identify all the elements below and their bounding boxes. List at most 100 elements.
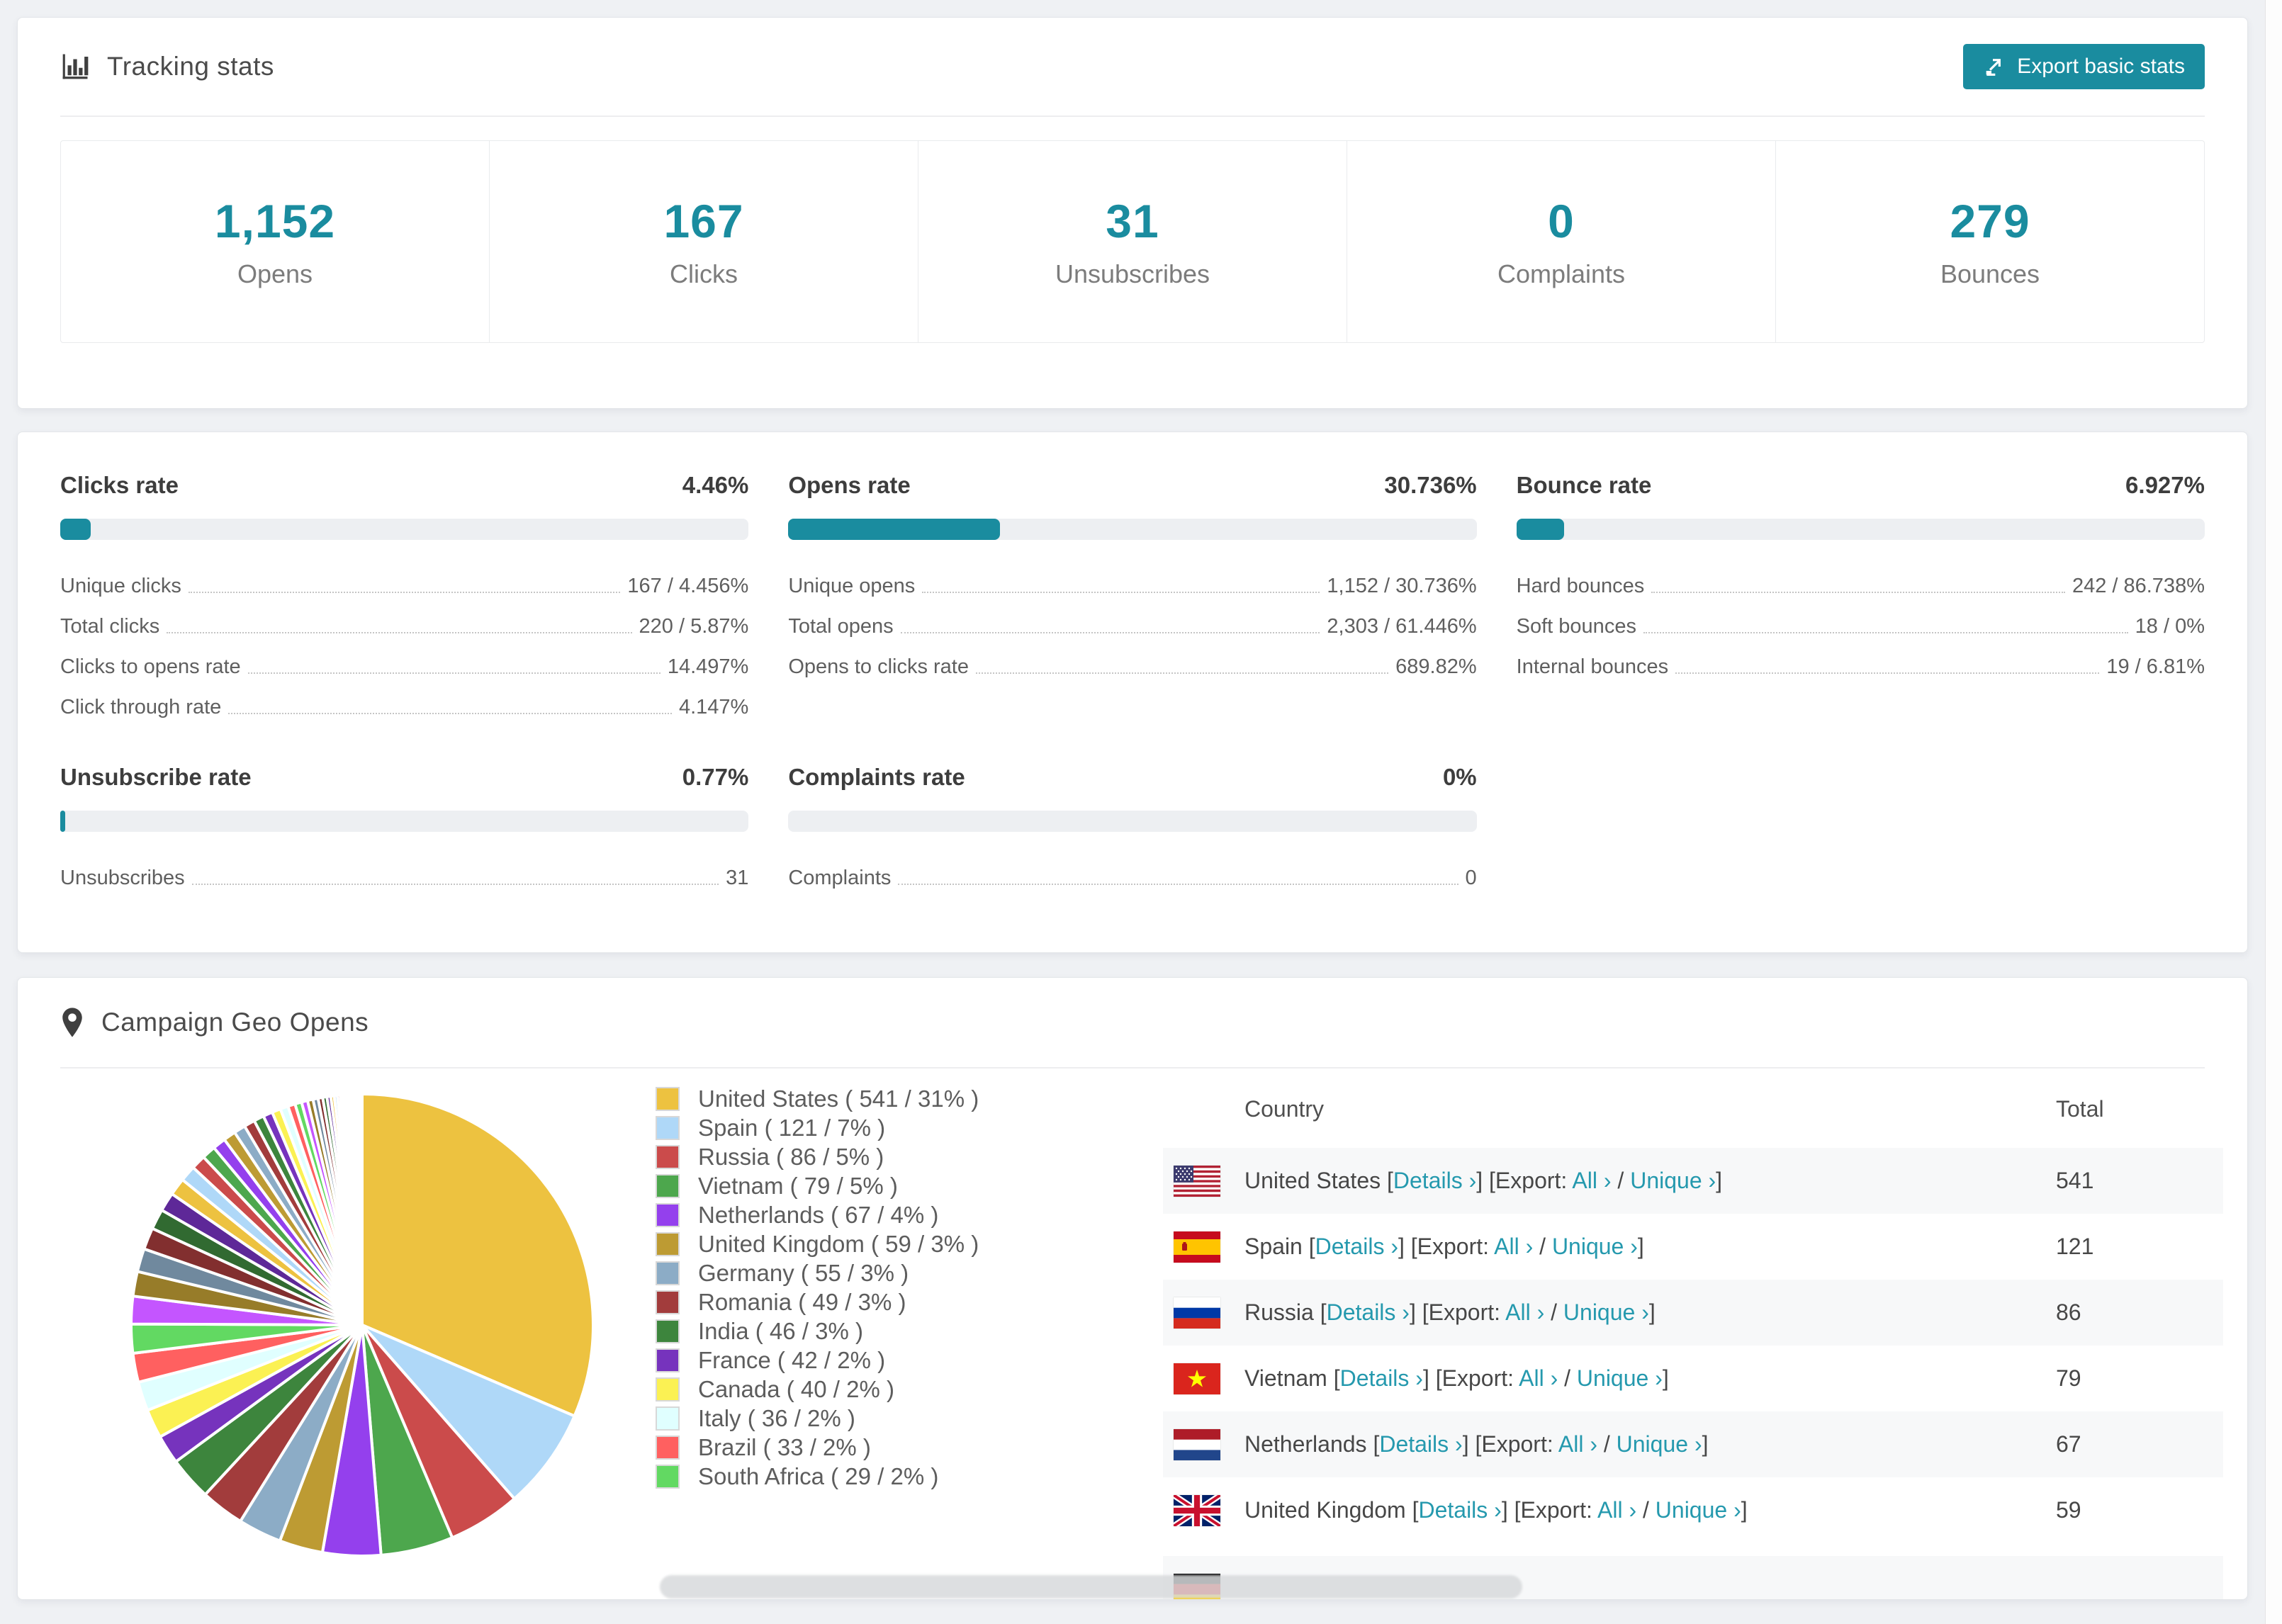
export-all-link[interactable]: All › [1558, 1431, 1597, 1457]
rate-detail-row: Opens to clicks rate 689.82% [788, 646, 1476, 687]
legend-swatch [656, 1377, 680, 1402]
complaints-rate-bar [788, 811, 1477, 832]
rate-detail-value: 1,152 / 30.736% [1327, 575, 1477, 597]
unsubscribe-rate-title: Unsubscribe rate [60, 764, 252, 790]
country-row-united-kingdom: United Kingdom [Details ›] [Export: All … [1163, 1477, 2223, 1543]
opens-rate-bar [788, 519, 1477, 540]
rate-detail-value: 4.147% [678, 696, 749, 718]
details-link[interactable]: Details › [1315, 1234, 1398, 1259]
rate-detail-row: Internal bounces 19 / 6.81% [1517, 646, 2205, 687]
geo-pie-legend: United States ( 541 / 31% ) Spain ( 121 /… [656, 1084, 979, 1491]
export-unique-link[interactable]: Unique › [1577, 1365, 1663, 1391]
dotted-leader [900, 632, 1320, 633]
rate-detail-row: Soft bounces 18 / 0% [1517, 606, 2205, 646]
unsubscribe-rate-value: 0.77% [682, 764, 749, 790]
rate-detail-label: Complaints [788, 867, 892, 889]
geo-title-text: Campaign Geo Opens [101, 1008, 369, 1037]
legend-label: Netherlands ( 67 / 4% ) [698, 1201, 939, 1228]
rate-detail-value: 31 [726, 867, 749, 889]
country-row-netherlands: Netherlands [Details ›] [Export: All › /… [1163, 1411, 2223, 1477]
tracking-stats-header: Tracking stats Export basic stats [60, 18, 2205, 117]
es-flag-icon [1174, 1231, 1220, 1263]
legend-item: United States ( 541 / 31% ) [656, 1084, 979, 1113]
export-unique-link[interactable]: Unique › [1552, 1234, 1638, 1259]
legend-swatch [656, 1464, 680, 1489]
ru-flag-icon [1174, 1297, 1220, 1329]
export-all-link[interactable]: All › [1572, 1168, 1611, 1193]
bounce-rate-panel: Bounce rate 6.927% Hard bounces 242 / 86.… [1516, 472, 2205, 727]
rate-detail-row: Unique clicks 167 / 4.456% [60, 565, 748, 606]
country-cell: Vietnam [Details ›] [Export: All › / Uni… [1244, 1365, 1669, 1391]
total-cell: 541 [2056, 1168, 2094, 1193]
export-unique-link[interactable]: Unique › [1617, 1431, 1702, 1457]
details-link[interactable]: Details › [1379, 1431, 1462, 1457]
nl-flag-icon [1174, 1428, 1220, 1460]
details-link[interactable]: Details › [1340, 1365, 1423, 1391]
country-column-header: Country [1244, 1095, 1325, 1122]
total-cell: 59 [2056, 1497, 2081, 1523]
stats-row: 1,152 Opens 167 Clicks 31 Unsubscribes 0 Compla… [60, 140, 2205, 343]
geo-header: Campaign Geo Opens [60, 978, 2205, 1068]
export-unique-link[interactable]: Unique › [1630, 1168, 1716, 1193]
bar-chart-icon [62, 54, 89, 79]
unsubscribe-rate-bar [60, 811, 749, 832]
rate-detail-label: Total opens [788, 615, 894, 638]
export-unique-link[interactable]: Unique › [1656, 1497, 1741, 1523]
details-link[interactable]: Details › [1327, 1299, 1410, 1325]
dotted-leader [922, 592, 1320, 593]
rate-detail-value: 689.82% [1395, 655, 1477, 678]
dotted-leader [1675, 672, 2100, 674]
country-cell: Spain [Details ›] [Export: All › / Uniqu… [1244, 1234, 1644, 1259]
bounce-rate-value: 6.927% [2125, 472, 2205, 498]
export-all-link[interactable]: All › [1505, 1299, 1544, 1325]
tracking-stats-card: Tracking stats Export basic stats 1,152 O… [17, 17, 2248, 409]
rate-detail-label: Opens to clicks rate [788, 655, 969, 678]
country-row-vietnam: Vietnam [Details ›] [Export: All › / Uni… [1163, 1346, 2223, 1411]
legend-label: Brazil ( 33 / 2% ) [698, 1433, 871, 1460]
total-cell: 121 [2056, 1234, 2094, 1259]
geo-title: Campaign Geo Opens [60, 1007, 369, 1038]
unsubscribe-rate-panel: Unsubscribe rate 0.77% Unsubscribes 31 [60, 764, 749, 898]
details-link[interactable]: Details › [1418, 1497, 1501, 1523]
legend-item: Vietnam ( 79 / 5% ) [656, 1171, 979, 1200]
export-all-link[interactable]: All › [1597, 1497, 1636, 1523]
rate-detail-value: 18 / 0% [2135, 615, 2205, 638]
rate-detail-value: 167 / 4.456% [627, 575, 749, 597]
stat-label: Unsubscribes [1055, 259, 1210, 288]
legend-label: Germany ( 55 / 3% ) [698, 1259, 909, 1286]
details-link[interactable]: Details › [1393, 1168, 1476, 1193]
complaints-rate-panel: Complaints rate 0% Complaints 0 [788, 764, 1477, 898]
total-cell: 79 [2056, 1365, 2081, 1391]
country-row-united-states: United States [Details ›] [Export: All ›… [1163, 1148, 2223, 1214]
dotted-leader [191, 884, 719, 885]
export-unique-link[interactable]: Unique › [1563, 1299, 1649, 1325]
bounce-rate-bar [1516, 519, 2205, 540]
us-flag-icon [1174, 1165, 1220, 1197]
legend-item: France ( 42 / 2% ) [656, 1346, 979, 1375]
legend-swatch [656, 1115, 680, 1140]
stat-label: Clicks [670, 259, 738, 288]
dotted-leader [247, 672, 661, 674]
legend-swatch [656, 1231, 680, 1256]
bounce-rate-title: Bounce rate [1516, 472, 1652, 498]
legend-label: South Africa ( 29 / 2% ) [698, 1462, 939, 1489]
stat-value: 31 [1106, 195, 1159, 247]
country-row-spain: Spain [Details ›] [Export: All › / Uniqu… [1163, 1214, 2223, 1280]
export-all-link[interactable]: All › [1519, 1365, 1558, 1391]
clicks-rate-bar-fill [60, 519, 91, 540]
vertical-scrollbar[interactable] [2265, 0, 2282, 1624]
rate-detail-label: Unsubscribes [60, 867, 185, 889]
horizontal-scrollbar-thumb[interactable] [660, 1575, 1522, 1598]
legend-label: Russia ( 86 / 5% ) [698, 1143, 884, 1170]
stat-label: Complaints [1497, 259, 1626, 288]
stat-value: 279 [1950, 195, 2030, 247]
vn-flag-icon [1174, 1363, 1220, 1394]
export-all-link[interactable]: All › [1494, 1234, 1533, 1259]
export-basic-stats-button[interactable]: Export basic stats [1963, 44, 2205, 89]
total-column-header: Total [2056, 1095, 2104, 1122]
total-cell: 67 [2056, 1431, 2081, 1457]
legend-item: Brazil ( 33 / 2% ) [656, 1433, 979, 1462]
stat-value: 1,152 [214, 195, 336, 247]
dotted-leader [1651, 592, 2065, 593]
legend-item: United Kingdom ( 59 / 3% ) [656, 1229, 979, 1258]
